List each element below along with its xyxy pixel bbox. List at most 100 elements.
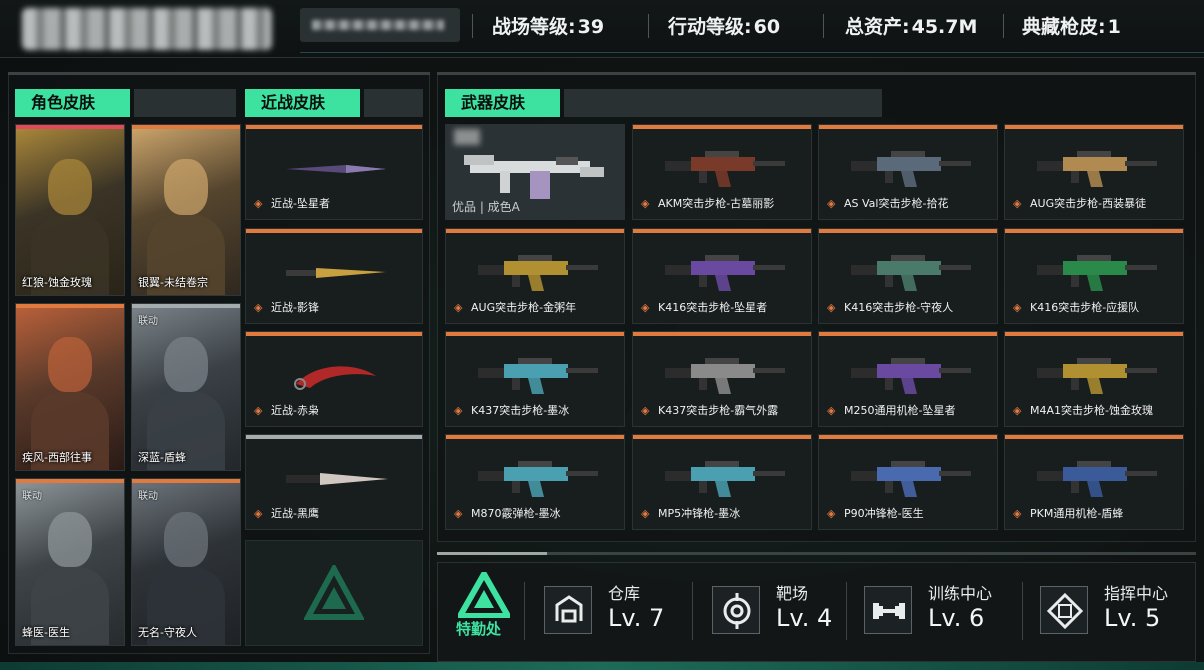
weapon-skin-card[interactable]: ◈ K416突击步枪-应援队 bbox=[1004, 228, 1184, 324]
facility-name: 训练中心 bbox=[928, 584, 993, 603]
diamond-icon: ◈ bbox=[641, 301, 650, 314]
weapon-skin-card[interactable]: ◈ K416突击步枪-守夜人 bbox=[818, 228, 998, 324]
weapon-skin-card[interactable]: ◈ K437突击步枪-霸气外露 bbox=[632, 331, 812, 427]
rifle-icon bbox=[1037, 151, 1157, 187]
duty-office-button[interactable] bbox=[446, 572, 522, 654]
diamond-icon: ◈ bbox=[641, 404, 650, 417]
weapon-skin-card[interactable]: ◈ PKM通用机枪-盾蜂 bbox=[1004, 434, 1184, 530]
rifle-icon bbox=[478, 461, 598, 497]
rarity-bar bbox=[1005, 435, 1183, 439]
facility-1-button[interactable]: 仓库 Lv. 7 bbox=[544, 572, 684, 652]
role-skin-card[interactable]: 联动 深蓝-盾蜂 bbox=[131, 303, 241, 471]
melee-skin-card[interactable]: ◈ 近战-坠星者 bbox=[245, 124, 423, 220]
weapon-skin-label: MP5冲锋枪-墨冰 bbox=[658, 507, 741, 520]
weapon-skin-label: M870霰弹枪-墨冰 bbox=[471, 507, 561, 520]
facility-name: 指挥中心 bbox=[1104, 584, 1169, 603]
featured-weapon-skin-card[interactable]: 优品 | 成色A bbox=[445, 124, 625, 220]
role-skin-label: 无名-守夜人 bbox=[138, 626, 197, 639]
rarity-bar bbox=[246, 125, 422, 129]
role-skin-label: 红狼-蚀金玫瑰 bbox=[22, 276, 92, 289]
panel-top-line bbox=[8, 72, 430, 75]
rifle-icon bbox=[665, 358, 785, 394]
weapon-skin-label: AUG突击步枪-西装暴徒 bbox=[1030, 197, 1147, 210]
character-portrait bbox=[132, 308, 240, 470]
header-tail bbox=[364, 89, 423, 117]
weapon-skin-card[interactable]: ◈ MP5冲锋枪-墨冰 bbox=[632, 434, 812, 530]
empty-slot-logo-icon bbox=[304, 565, 364, 620]
weapon-skin-card[interactable]: ◈ K437突击步枪-墨冰 bbox=[445, 331, 625, 427]
header-tail bbox=[134, 89, 236, 117]
header-tail bbox=[564, 89, 882, 117]
facility-icon-box bbox=[544, 586, 592, 634]
weapon-skin-card[interactable]: ◈ K416突击步枪-坠星者 bbox=[632, 228, 812, 324]
facility-4-button[interactable]: 指挥中心 Lv. 5 bbox=[1040, 572, 1180, 652]
role-skin-label: 银翼-未结卷宗 bbox=[138, 276, 208, 289]
diamond-icon: ◈ bbox=[454, 507, 463, 520]
melee-skin-card[interactable]: ◈ 近战-黑鹰 bbox=[245, 434, 423, 530]
melee-skin-label: 近战-坠星者 bbox=[271, 197, 330, 210]
melee-skin-label: 近战-影锋 bbox=[271, 301, 319, 314]
rifle-icon bbox=[478, 255, 598, 291]
weapon-skin-card[interactable]: ◈ M870霰弹枪-墨冰 bbox=[445, 434, 625, 530]
empty-melee-slot bbox=[245, 540, 423, 646]
weapon-skin-label-row: ◈ M250通用机枪-坠星者 bbox=[827, 402, 955, 418]
diamond-icon: ◈ bbox=[827, 507, 836, 520]
facility-level: Lv. 6 bbox=[928, 604, 985, 632]
rarity-bar bbox=[246, 332, 422, 336]
weapon-skin-card[interactable]: ◈ AUG突击步枪-金粥年 bbox=[445, 228, 625, 324]
role-skin-card[interactable]: 疾风-西部往事 bbox=[15, 303, 125, 471]
rifle-icon bbox=[851, 358, 971, 394]
blurred-badge bbox=[454, 129, 480, 145]
diamond-icon: ◈ bbox=[827, 404, 836, 417]
rarity-bar bbox=[633, 229, 811, 233]
weapon-skin-label-row: ◈ K416突击步枪-应援队 bbox=[1013, 299, 1139, 315]
weapon-skin-card[interactable]: ◈ M4A1突击步枪-蚀金玫瑰 bbox=[1004, 331, 1184, 427]
player-name-blurred bbox=[22, 8, 272, 50]
role-skin-label: 深蓝-盾蜂 bbox=[138, 451, 186, 464]
weapon-skin-card[interactable]: ◈ M250通用机枪-坠星者 bbox=[818, 331, 998, 427]
knife-icon bbox=[286, 473, 388, 485]
rifle-icon bbox=[478, 358, 598, 394]
weapon-skin-label: K437突击步枪-霸气外露 bbox=[658, 404, 779, 417]
role-skin-label: 疾风-西部往事 bbox=[22, 451, 92, 464]
weapon-skin-label: M250通用机枪-坠星者 bbox=[844, 404, 956, 417]
role-skin-card[interactable]: 银翼-未结卷宗 bbox=[131, 124, 241, 296]
melee-skin-card[interactable]: ◈ 近战-影锋 bbox=[245, 228, 423, 324]
weapon-skin-label: PKM通用机枪-盾蜂 bbox=[1030, 507, 1124, 520]
player-id-blurred bbox=[300, 8, 460, 42]
weapon-skin-label: AKM突击步枪-古墓丽影 bbox=[658, 197, 775, 210]
rifle-icon bbox=[851, 151, 971, 187]
rifle-icon bbox=[1037, 461, 1157, 497]
melee-skin-label-row: ◈ 近战-影锋 bbox=[254, 299, 319, 315]
facility-3-button[interactable]: 训练中心 Lv. 6 bbox=[864, 572, 1004, 652]
facility-icon-box bbox=[1040, 586, 1088, 634]
role-skin-card[interactable]: 联动 无名-守夜人 bbox=[131, 478, 241, 646]
command-chip-icon bbox=[1046, 592, 1084, 630]
weapon-skin-label: K416突击步枪-坠星者 bbox=[658, 301, 768, 314]
weapon-skin-card[interactable]: ◈ AKM突击步枪-古墓丽影 bbox=[632, 124, 812, 220]
diamond-icon: ◈ bbox=[454, 301, 463, 314]
weapon-skin-card[interactable]: ◈ AS Val突击步枪-拾花 bbox=[818, 124, 998, 220]
role-skin-card[interactable]: 红狼-蚀金玫瑰 bbox=[15, 124, 125, 296]
role-skin-card[interactable]: 联动 蜂医-医生 bbox=[15, 478, 125, 646]
weapon-skin-label: K416突击步枪-应援队 bbox=[1030, 301, 1140, 314]
facility-name: 仓库 bbox=[608, 584, 641, 603]
header-accent-line bbox=[300, 52, 1204, 53]
rarity-bar bbox=[633, 332, 811, 336]
rarity-bar bbox=[1005, 125, 1183, 129]
weapon-skin-label-row: ◈ K437突击步枪-霸气外露 bbox=[641, 402, 778, 418]
weapon-skins-header: 武器皮肤 bbox=[445, 89, 560, 117]
diamond-icon: ◈ bbox=[254, 507, 263, 520]
weapon-skin-card[interactable]: ◈ AUG突击步枪-西装暴徒 bbox=[1004, 124, 1184, 220]
smg-featured-icon bbox=[464, 155, 604, 199]
facility-2-button[interactable]: 靶场 Lv. 4 bbox=[712, 572, 852, 652]
weapon-skin-card[interactable]: ◈ P90冲锋枪-医生 bbox=[818, 434, 998, 530]
melee-skin-card[interactable]: ◈ 近战-赤枭 bbox=[245, 331, 423, 427]
weapon-skin-label: K416突击步枪-守夜人 bbox=[844, 301, 954, 314]
role-skin-label: 蜂医-医生 bbox=[22, 626, 70, 639]
rarity-bar bbox=[633, 125, 811, 129]
weapon-skin-label-row: ◈ AS Val突击步枪-拾花 bbox=[827, 195, 948, 211]
diamond-icon: ◈ bbox=[641, 507, 650, 520]
top-bar: 战场等级: 39 行动等级: 60 总资产: 45.7M 典藏枪皮: 1 bbox=[0, 0, 1204, 58]
diamond-icon: ◈ bbox=[1013, 197, 1022, 210]
